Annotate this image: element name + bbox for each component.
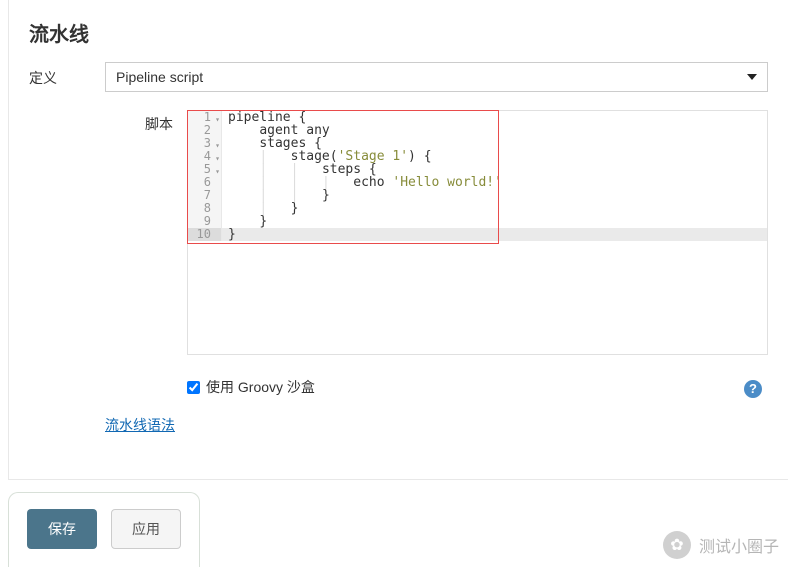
footer-toolbar: 保存 应用 (8, 492, 200, 567)
wechat-icon: ✿ (663, 531, 691, 559)
code-line[interactable]: 10} (188, 228, 767, 241)
apply-button[interactable]: 应用 (111, 509, 181, 549)
script-label: 脚本 (105, 110, 187, 134)
definition-row: 定义 Pipeline script (29, 62, 768, 92)
code-line[interactable]: 9 } (188, 215, 767, 228)
script-row: 脚本 ? try sample Pipeline... 1▾pipeline {… (29, 110, 768, 355)
definition-selected: Pipeline script (116, 69, 203, 85)
watermark-text: 测试小圈子 (699, 533, 779, 557)
definition-select[interactable]: Pipeline script (105, 62, 768, 92)
sandbox-checkbox[interactable] (187, 381, 200, 394)
section-title: 流水线 (29, 18, 768, 47)
editor-wrap: ? try sample Pipeline... 1▾pipeline {2 a… (187, 110, 768, 355)
definition-label: 定义 (29, 62, 105, 88)
pipeline-syntax-link[interactable]: 流水线语法 (105, 417, 175, 433)
syntax-link-row: 流水线语法 (105, 415, 768, 435)
sandbox-label: 使用 Groovy 沙盒 (206, 377, 315, 397)
watermark: ✿ 测试小圈子 (663, 531, 779, 559)
code-line[interactable]: 8 | } (188, 202, 767, 215)
pipeline-config-panel: 流水线 定义 Pipeline script 脚本 ? try sample P… (8, 0, 788, 480)
save-button[interactable]: 保存 (27, 509, 97, 549)
chevron-down-icon (747, 74, 757, 80)
script-editor[interactable]: 1▾pipeline {2 agent any3▾ stages {4▾ | s… (187, 110, 768, 355)
sandbox-row: 使用 Groovy 沙盒 (105, 377, 768, 397)
